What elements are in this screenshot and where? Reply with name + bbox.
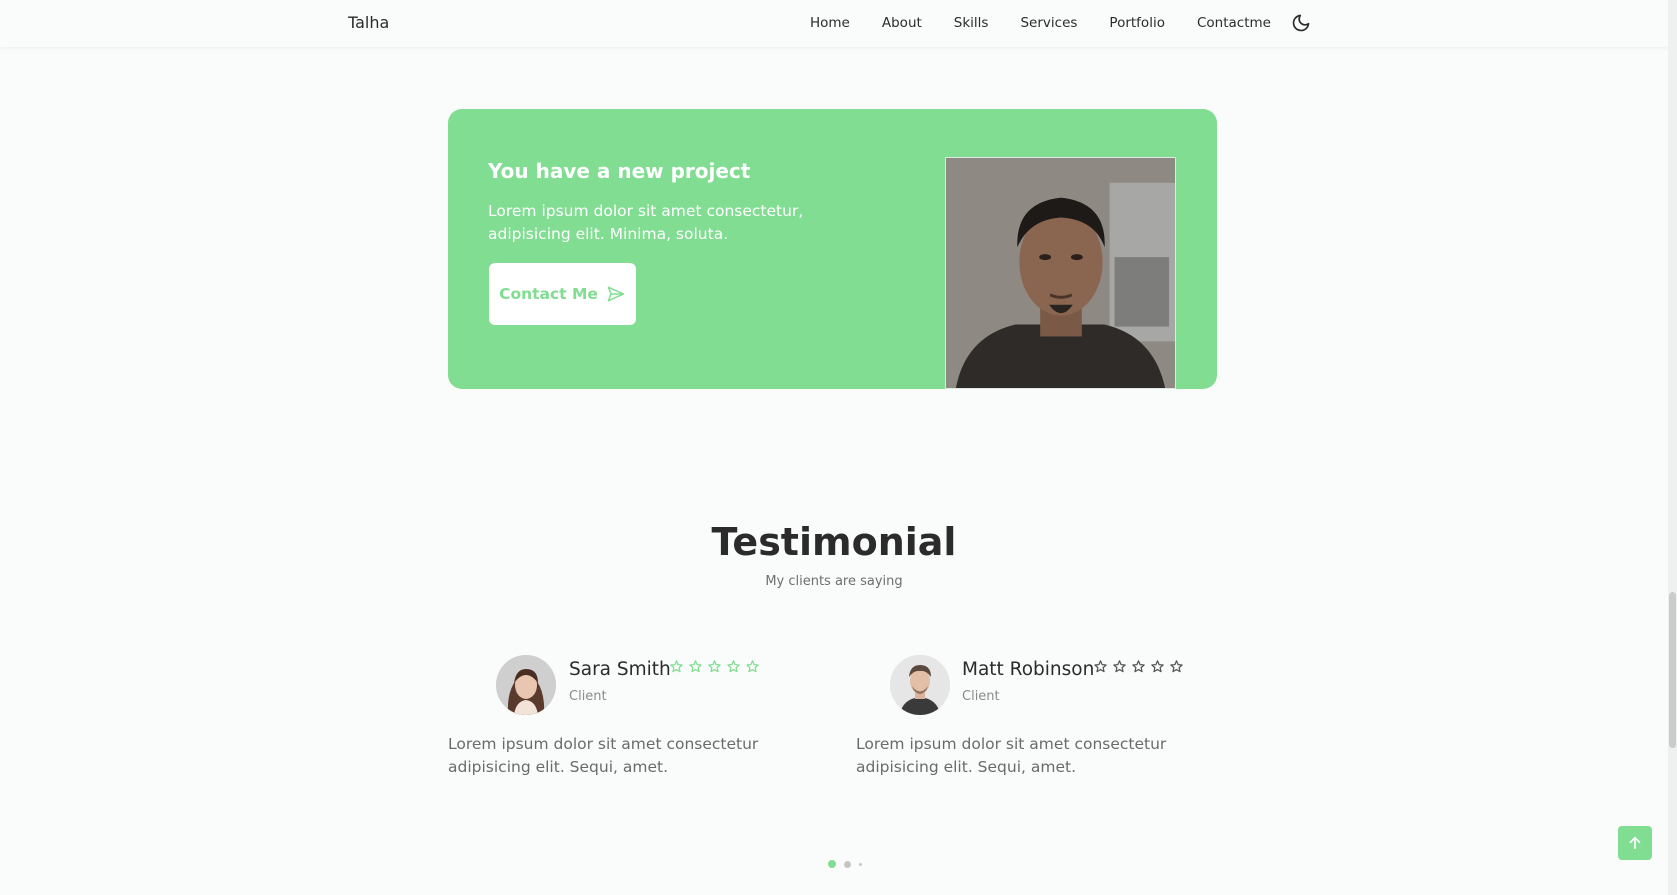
contact-me-label: Contact Me (499, 285, 598, 303)
client-role: Client (962, 689, 1000, 704)
client-name: Matt Robinson (962, 659, 1095, 680)
avatar (890, 655, 950, 715)
nav-home[interactable]: Home (810, 15, 850, 31)
logo[interactable]: Talha (348, 13, 389, 32)
testimonial-title: Testimonial (711, 520, 957, 564)
star-icon (689, 660, 702, 673)
contact-me-button[interactable]: Contact Me (489, 263, 636, 325)
avatar (496, 655, 556, 715)
testimonial-subtitle: My clients are saying (765, 574, 903, 589)
scrollbar-track[interactable] (1668, 0, 1677, 895)
client-name: Sara Smith (569, 659, 671, 680)
nav-portfolio[interactable]: Portfolio (1109, 15, 1165, 31)
project-description: Lorem ipsum dolor sit amet consectetur, … (488, 202, 804, 243)
pagination-dot-1[interactable] (828, 860, 836, 868)
main-nav: Home About Skills Services Portfolio Con… (810, 13, 1311, 33)
site-header: Talha Home About Skills Services Portfol… (0, 0, 1668, 47)
moon-icon[interactable] (1291, 13, 1311, 33)
star-icon (1132, 660, 1145, 673)
star-icon (1151, 660, 1164, 673)
nav-skills[interactable]: Skills (954, 15, 989, 31)
pagination-dot-2[interactable] (844, 860, 851, 868)
nav-about[interactable]: About (882, 15, 922, 31)
client-quote: Lorem ipsum dolor sit amet consectetur a… (856, 735, 1167, 776)
star-icon (670, 660, 683, 673)
star-icon (1170, 660, 1183, 673)
star-icon (1113, 660, 1126, 673)
pagination-dot-3[interactable] (859, 862, 862, 866)
star-icon (1094, 660, 1107, 673)
client-quote: Lorem ipsum dolor sit amet consectetur a… (448, 735, 759, 776)
star-icon (727, 660, 740, 673)
carousel-pagination (828, 860, 862, 868)
star-rating (669, 659, 760, 674)
star-icon (708, 660, 721, 673)
nav-services[interactable]: Services (1020, 15, 1077, 31)
testimonial-card: Matt Robinson Client Lorem ipsum dolor s… (856, 655, 1236, 785)
new-project-banner: You have a new project Lorem ipsum dolor… (448, 109, 1217, 389)
testimonial-card: Sara Smith Client Lorem ipsum dolor sit … (448, 655, 828, 785)
send-icon (607, 286, 625, 302)
client-role: Client (569, 689, 607, 704)
scroll-up-button[interactable] (1618, 826, 1652, 860)
nav-contactme[interactable]: Contactme (1197, 15, 1271, 31)
scrollbar-thumb[interactable] (1669, 592, 1676, 748)
star-icon (746, 660, 759, 673)
arrow-up-icon (1629, 836, 1641, 850)
profile-photo (945, 157, 1176, 389)
project-title: You have a new project (488, 159, 751, 183)
star-rating (1093, 659, 1184, 674)
